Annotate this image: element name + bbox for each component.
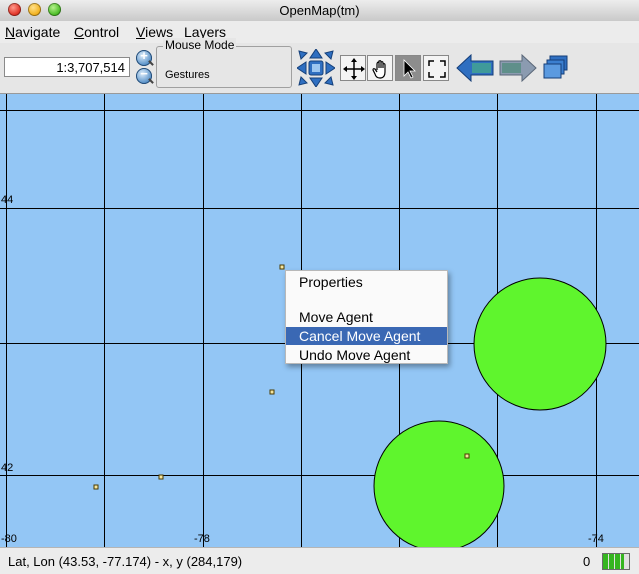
memory-meter <box>602 553 630 570</box>
coordinate-readout: Lat, Lon (43.53, -77.174) - x, y (284,17… <box>8 554 243 569</box>
menu-control[interactable]: Control <box>74 24 119 40</box>
select-box-icon <box>428 60 446 78</box>
context-menu-cancel-move-agent[interactable]: Cancel Move Agent <box>286 327 447 345</box>
agent-marker[interactable] <box>464 453 470 459</box>
context-menu-label: Properties <box>299 274 363 290</box>
agent-marker[interactable] <box>269 389 275 395</box>
range-circle[interactable] <box>373 420 505 547</box>
menu-control-label: ontrol <box>84 24 120 40</box>
zoom-in-glyph: + <box>140 48 148 63</box>
menu-bar: Navigate Control Views Layers <box>0 21 639 43</box>
lat-tick-label: 44 <box>1 194 14 206</box>
lat-tick-label: 42 <box>1 462 14 474</box>
hand-grab-icon <box>372 60 386 79</box>
menu-navigate-mnemonic: N <box>5 24 16 40</box>
status-bar: Lat, Lon (43.53, -77.174) - x, y (284,17… <box>0 547 639 574</box>
zoom-box-tool-button[interactable] <box>423 55 449 81</box>
back-icon <box>456 53 494 83</box>
agent-marker[interactable] <box>93 484 99 490</box>
menu-navigate-label: avigate <box>15 24 61 40</box>
forward-icon <box>499 53 537 83</box>
context-menu-properties[interactable]: Properties <box>286 273 447 291</box>
select-tool-button[interactable] <box>395 55 421 81</box>
memory-meter-fill <box>603 554 624 569</box>
mouse-mode-value: Gestures <box>165 69 210 81</box>
pointer-arrow-icon <box>403 59 416 79</box>
lon-tick-label: -80 <box>1 533 17 545</box>
range-circle[interactable] <box>473 277 607 411</box>
title-bar[interactable]: OpenMap(tm) <box>0 0 639 22</box>
back-projection-button[interactable] <box>456 53 494 83</box>
move-icon <box>343 58 365 80</box>
menu-navigate[interactable]: Navigate <box>5 24 60 40</box>
forward-projection-button[interactable] <box>499 53 537 83</box>
scale-input[interactable] <box>4 57 130 77</box>
mouse-mode-title: Mouse Mode <box>163 38 237 52</box>
mouse-mode-panel[interactable]: Mouse Mode Gestures <box>156 38 292 88</box>
context-menu-undo-move-agent[interactable]: Undo Move Agent <box>286 346 447 364</box>
zoom-in-button[interactable]: + <box>136 48 152 66</box>
lon-tick-label: -78 <box>194 533 210 545</box>
context-menu-label: Move Agent <box>299 309 373 325</box>
context-menu-move-agent[interactable]: Move Agent <box>286 308 447 326</box>
window-title: OpenMap(tm) <box>279 3 360 18</box>
status-count: 0 <box>583 554 591 569</box>
context-menu-label: Cancel Move Agent <box>299 328 421 344</box>
grab-tool-button[interactable] <box>367 55 393 81</box>
context-menu: Properties Move Agent Cancel Move Agent … <box>285 270 448 364</box>
agent-marker[interactable] <box>158 474 164 480</box>
agent-marker[interactable] <box>279 264 285 270</box>
menu-views-mnemonic: V <box>136 24 146 40</box>
lon-tick-label: -74 <box>588 533 604 545</box>
move-tool-button[interactable] <box>340 55 366 81</box>
context-menu-label: Undo Move Agent <box>299 347 411 363</box>
menu-control-mnemonic: C <box>74 24 85 40</box>
layers-stack-icon <box>543 55 568 79</box>
pan-arrows-icon[interactable] <box>296 48 336 88</box>
zoom-out-glyph: − <box>140 66 148 81</box>
openmap-window: OpenMap(tm) Navigate Control Views Layer… <box>0 0 639 574</box>
layers-button[interactable] <box>542 54 570 82</box>
zoom-out-button[interactable]: − <box>136 66 152 84</box>
